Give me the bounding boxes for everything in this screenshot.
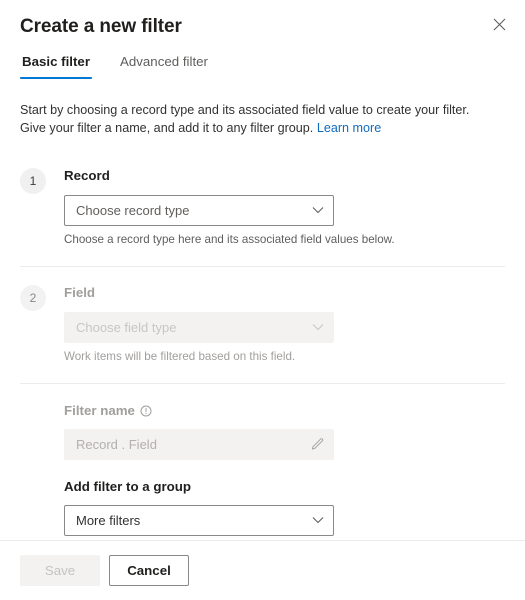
field-type-dropdown: Choose field type <box>64 311 334 343</box>
field-type-value: Choose field type <box>76 319 177 335</box>
step-record-content: Record Choose record type Choose a recor… <box>64 167 505 248</box>
close-button[interactable] <box>483 8 515 40</box>
filter-name-input[interactable]: Record . Field <box>64 428 334 460</box>
step-field-label: Field <box>64 284 96 300</box>
filter-name-section: Filter name Record . Field <box>64 384 505 460</box>
record-type-dropdown[interactable]: Choose record type <box>64 194 334 226</box>
cancel-button[interactable]: Cancel <box>109 555 189 586</box>
page-title: Create a new filter <box>20 16 182 37</box>
step-field: 2 Field Choose field type Work items wil… <box>20 267 505 365</box>
filter-name-value: Record . Field <box>76 436 157 452</box>
dialog-footer: Save Cancel <box>0 540 525 600</box>
step-number-badge: 2 <box>20 284 46 311</box>
intro-text: Start by choosing a record type and its … <box>20 101 490 137</box>
pencil-icon[interactable] <box>310 437 325 452</box>
chevron-down-icon <box>312 323 324 331</box>
filter-group-section: Add filter to a group More filters <box>64 460 505 536</box>
create-filter-dialog: Create a new filter Basic filter Advance… <box>0 0 525 600</box>
tab-basic-filter[interactable]: Basic filter <box>20 54 92 79</box>
filter-group-label-row: Add filter to a group <box>64 478 505 496</box>
learn-more-link[interactable]: Learn more <box>317 121 381 135</box>
dialog-header: Create a new filter <box>0 0 525 40</box>
filter-group-label: Add filter to a group <box>64 478 192 494</box>
filter-type-tabs: Basic filter Advanced filter <box>0 54 525 79</box>
field-hint: Work items will be filtered based on thi… <box>64 349 296 363</box>
filter-group-dropdown[interactable]: More filters <box>64 504 334 536</box>
step-record-label: Record <box>64 167 110 183</box>
chevron-down-icon <box>312 516 324 524</box>
step-record: 1 Record Choose record type Choose a rec… <box>20 150 505 248</box>
dialog-body: Start by choosing a record type and its … <box>0 79 525 540</box>
record-hint: Choose a record type here and its associ… <box>64 232 395 246</box>
save-button[interactable]: Save <box>20 555 100 586</box>
chevron-down-icon <box>312 206 324 214</box>
intro-description: Start by choosing a record type and its … <box>20 103 470 135</box>
tab-advanced-filter[interactable]: Advanced filter <box>118 54 210 79</box>
close-icon <box>493 18 506 31</box>
filter-name-label: Filter name <box>64 402 135 418</box>
step-number-badge: 1 <box>20 167 46 194</box>
step-field-content: Field Choose field type Work items will … <box>64 284 505 365</box>
filter-group-value: More filters <box>76 512 141 528</box>
info-circle-icon[interactable] <box>140 405 152 417</box>
filter-name-label-row: Filter name <box>64 402 505 420</box>
record-type-value: Choose record type <box>76 202 190 218</box>
